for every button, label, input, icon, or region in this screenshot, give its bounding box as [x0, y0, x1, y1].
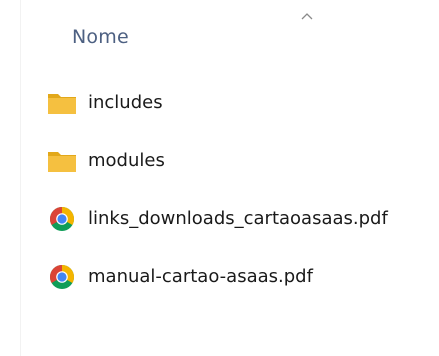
file-row-links-downloads-pdf[interactable]: links_downloads_cartaoasaas.pdf: [44, 194, 434, 252]
sort-ascending-icon[interactable]: [299, 10, 315, 22]
chrome-icon: [50, 207, 74, 231]
file-row-manual-pdf[interactable]: manual-cartao-asaas.pdf: [44, 252, 434, 310]
file-row-includes[interactable]: includes: [44, 78, 434, 136]
file-name: includes: [88, 92, 163, 113]
file-explorer-pane: Nome includes modules links_downloads_ca…: [0, 0, 439, 356]
file-list: includes modules links_downloads_cartaoa…: [44, 78, 434, 310]
file-name: links_downloads_cartaoasaas.pdf: [88, 208, 388, 229]
folder-icon: [48, 152, 76, 172]
file-row-modules[interactable]: modules: [44, 136, 434, 194]
chrome-icon: [50, 265, 74, 289]
navigation-pane-edge: [0, 0, 21, 356]
file-name: modules: [88, 150, 165, 171]
folder-icon: [48, 94, 76, 114]
file-name: manual-cartao-asaas.pdf: [88, 266, 313, 287]
column-header-name[interactable]: Nome: [72, 26, 129, 48]
